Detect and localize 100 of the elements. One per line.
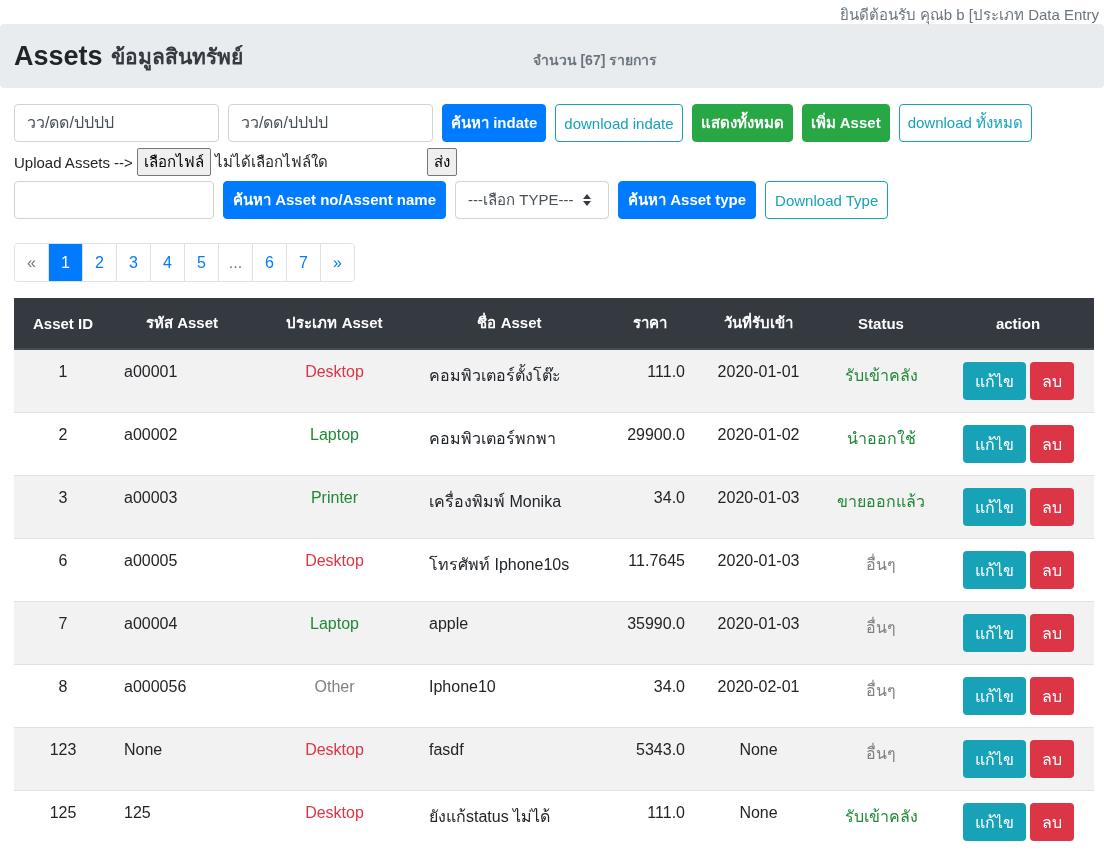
table-cell: 8: [14, 664, 112, 728]
table-cell: 7: [14, 601, 112, 665]
table-cell: เครื่องพิมพ์ Monika: [417, 475, 602, 539]
table-cell: Desktop: [252, 538, 417, 602]
table-cell: 29900.0: [602, 412, 697, 476]
table-cell: รับเข้าคลัง: [820, 790, 942, 853]
table-cell: โทรศัพท์ Iphone10s: [417, 538, 602, 602]
table-cell: 1: [14, 349, 112, 413]
table-cell: 11.7645: [602, 538, 697, 602]
column-header: ราคา: [602, 298, 697, 349]
table-cell: คอมพิวเตอร์พกพา: [417, 412, 602, 476]
edit-button[interactable]: แก้ไข: [962, 803, 1026, 841]
column-header: วันที่รับเข้า: [697, 298, 820, 349]
table-cell: ขายออกแล้ว: [820, 475, 942, 539]
upload-label: Upload Assets -->: [14, 153, 133, 171]
page-link[interactable]: »: [320, 244, 354, 281]
table-cell: None: [697, 727, 820, 791]
action-button[interactable]: Download Type: [765, 181, 889, 219]
edit-button[interactable]: แก้ไข: [962, 614, 1026, 652]
page-subtitle: ข้อมูลสินทรัพย์: [110, 39, 243, 73]
table-cell: ยังแก้status ไม่ได้: [417, 790, 602, 853]
table-cell: 111.0: [602, 349, 697, 413]
delete-button[interactable]: ลบ: [1029, 425, 1074, 463]
table-cell: Iphone10: [417, 664, 602, 728]
table-cell: 2020-01-01: [697, 349, 820, 413]
table-cell: a00001: [112, 349, 252, 413]
edit-button[interactable]: แก้ไข: [962, 551, 1026, 589]
text-field[interactable]: วว/ดด/ปปปป: [14, 104, 219, 142]
table-cell: อื่นๆ: [820, 664, 942, 728]
table-cell: a00005: [112, 538, 252, 602]
action-button[interactable]: เพิ่ม Asset: [801, 104, 890, 142]
record-count: จำนวน [67] รายการ: [532, 51, 658, 70]
submit-button[interactable]: ส่ง: [426, 148, 457, 176]
action-button[interactable]: แสดงทั้งหมด: [691, 104, 793, 142]
table-cell: a00004: [112, 601, 252, 665]
page-link[interactable]: 1: [48, 244, 82, 281]
welcome-text: ยินดีต้อนรับ คุณb b [ประเภท Data Entry: [838, 5, 1100, 24]
table-cell: 3: [14, 475, 112, 539]
delete-button[interactable]: ลบ: [1029, 740, 1074, 778]
table-cell: 2020-01-02: [697, 412, 820, 476]
delete-button[interactable]: ลบ: [1029, 677, 1074, 715]
table-cell: 34.0: [602, 475, 697, 539]
table-cell: 6: [14, 538, 112, 602]
table-cell: apple: [417, 601, 602, 665]
delete-button[interactable]: ลบ: [1029, 614, 1074, 652]
edit-button[interactable]: แก้ไข: [962, 362, 1026, 400]
table-cell: อื่นๆ: [820, 601, 942, 665]
table-cell: Desktop: [252, 790, 417, 853]
edit-button[interactable]: แก้ไข: [962, 488, 1026, 526]
table-cell: Desktop: [252, 727, 417, 791]
table-cell: a00002: [112, 412, 252, 476]
table-cell: อื่นๆ: [820, 538, 942, 602]
action-button[interactable]: download indate: [555, 104, 683, 142]
table-cell: 2: [14, 412, 112, 476]
action-button[interactable]: download ทั้งหมด: [898, 104, 1033, 142]
table-cell: Desktop: [252, 349, 417, 413]
table-cell: 125: [14, 790, 112, 853]
table-cell: 2020-01-03: [697, 601, 820, 665]
column-header: รหัส Asset: [112, 298, 252, 349]
edit-button[interactable]: แก้ไข: [962, 425, 1026, 463]
table-cell: 2020-02-01: [697, 664, 820, 728]
table-cell: Other: [252, 664, 417, 728]
table-cell: fasdf: [417, 727, 602, 791]
action-button[interactable]: ค้นหา Asset type: [618, 181, 757, 219]
table-cell: 35990.0: [602, 601, 697, 665]
edit-button[interactable]: แก้ไข: [962, 677, 1026, 715]
table-cell: 2020-01-03: [697, 475, 820, 539]
table-cell: 5343.0: [602, 727, 697, 791]
table-cell: None: [112, 727, 252, 791]
edit-button[interactable]: แก้ไข: [962, 740, 1026, 778]
table-cell: นำออกใช้: [820, 412, 942, 476]
table-cell: รับเข้าคลัง: [820, 349, 942, 413]
column-header: action: [942, 298, 1094, 349]
column-header: Status: [820, 298, 942, 349]
text-field[interactable]: วว/ดด/ปปปป: [228, 104, 433, 142]
column-header: Asset ID: [14, 298, 112, 349]
table-cell: a00003: [112, 475, 252, 539]
action-button[interactable]: ค้นหา Asset no/Assent name: [223, 181, 447, 219]
type-select[interactable]: ---เลือก TYPE---: [455, 181, 610, 219]
table-cell: 125: [112, 790, 252, 853]
table-cell: Laptop: [252, 412, 417, 476]
table-cell: 2020-01-03: [697, 538, 820, 602]
sort-caret-icon: [583, 194, 592, 206]
table-cell: None: [697, 790, 820, 853]
delete-button[interactable]: ลบ: [1029, 362, 1074, 400]
action-button[interactable]: ค้นหา indate: [442, 104, 547, 142]
column-header: ประเภท Asset: [252, 298, 417, 349]
upload-label: ไม่ได้เลือกไฟล์ใด: [214, 152, 328, 172]
delete-button[interactable]: ลบ: [1029, 551, 1074, 589]
delete-button[interactable]: ลบ: [1029, 803, 1074, 841]
text-field[interactable]: [14, 181, 214, 219]
table-cell: Laptop: [252, 601, 417, 665]
table-cell: 34.0: [602, 664, 697, 728]
column-header: ชื่อ Asset: [417, 298, 602, 349]
page-title: Assets: [14, 40, 103, 72]
table-cell: อื่นๆ: [820, 727, 942, 791]
table-cell: 111.0: [602, 790, 697, 853]
delete-button[interactable]: ลบ: [1029, 488, 1074, 526]
table-cell: คอมพิวเตอร์ตั้งโต๊ะ: [417, 349, 602, 413]
choose-file-button[interactable]: เลือกไฟล์: [136, 148, 211, 176]
